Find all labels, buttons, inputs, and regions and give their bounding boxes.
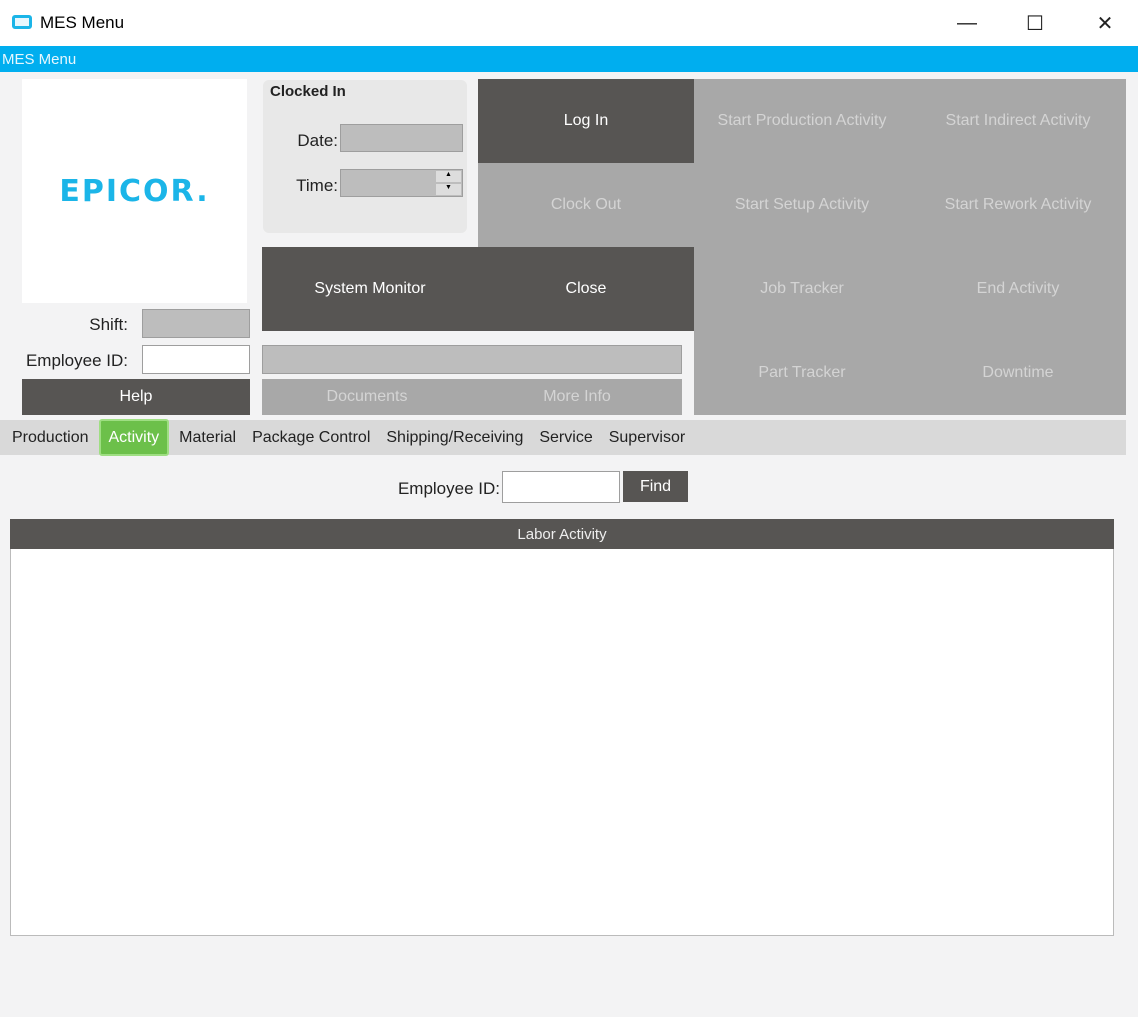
tab-supervisor[interactable]: Supervisor xyxy=(601,421,693,454)
shift-label: Shift: xyxy=(89,315,128,334)
login-button[interactable]: Log In xyxy=(478,79,694,163)
shift-field[interactable] xyxy=(142,309,250,338)
spin-down-icon[interactable]: ▼ xyxy=(436,184,461,195)
tab-bar: Production Activity Material Package Con… xyxy=(0,419,1126,456)
start-indirect-activity-button[interactable]: Start Indirect Activity xyxy=(910,79,1126,163)
start-production-activity-button[interactable]: Start Production Activity xyxy=(694,79,910,163)
job-tracker-button[interactable]: Job Tracker xyxy=(694,247,910,331)
employee-id-input[interactable] xyxy=(142,345,250,374)
documents-button[interactable]: Documents xyxy=(262,379,472,415)
downtime-button[interactable]: Downtime xyxy=(910,331,1126,415)
window-title: MES Menu xyxy=(40,13,125,32)
date-label: Date: xyxy=(297,131,338,150)
epicor-logo: EPICOR. xyxy=(22,79,247,303)
tab-package-control[interactable]: Package Control xyxy=(244,421,378,454)
menu-header: MES Menu xyxy=(0,46,1138,72)
minimize-button[interactable]: — xyxy=(944,8,990,38)
employee-id-label: Employee ID: xyxy=(25,351,128,370)
help-button[interactable]: Help xyxy=(22,379,250,415)
labor-activity-grid[interactable] xyxy=(10,519,1114,936)
tab-material[interactable]: Material xyxy=(171,421,244,454)
clocked-in-panel xyxy=(263,80,467,233)
clock-out-button[interactable]: Clock Out xyxy=(478,163,694,247)
part-tracker-button[interactable]: Part Tracker xyxy=(694,331,910,415)
more-info-button[interactable]: More Info xyxy=(472,379,682,415)
spin-up-icon[interactable]: ▲ xyxy=(436,171,461,182)
clocked-in-heading: Clocked In xyxy=(270,83,346,100)
status-field xyxy=(262,345,682,374)
end-activity-button[interactable]: End Activity xyxy=(910,247,1126,331)
tab-production[interactable]: Production xyxy=(4,421,97,454)
start-rework-activity-button[interactable]: Start Rework Activity xyxy=(910,163,1126,247)
close-window-button[interactable]: ✕ xyxy=(1082,8,1128,38)
tab-shipping-receiving[interactable]: Shipping/Receiving xyxy=(378,421,531,454)
activity-employee-id-input[interactable] xyxy=(502,471,620,503)
app-icon xyxy=(12,15,32,29)
find-button[interactable]: Find xyxy=(623,471,688,502)
tab-service[interactable]: Service xyxy=(531,421,600,454)
date-field[interactable] xyxy=(340,124,463,152)
system-monitor-button[interactable]: System Monitor xyxy=(262,247,478,331)
tab-activity[interactable]: Activity xyxy=(98,419,170,456)
start-setup-activity-button[interactable]: Start Setup Activity xyxy=(694,163,910,247)
maximize-button[interactable]: ☐ xyxy=(1012,8,1058,38)
close-button[interactable]: Close xyxy=(478,247,694,331)
activity-employee-id-label: Employee ID: xyxy=(397,479,500,498)
time-label: Time: xyxy=(296,176,338,195)
labor-activity-header: Labor Activity xyxy=(10,519,1114,549)
